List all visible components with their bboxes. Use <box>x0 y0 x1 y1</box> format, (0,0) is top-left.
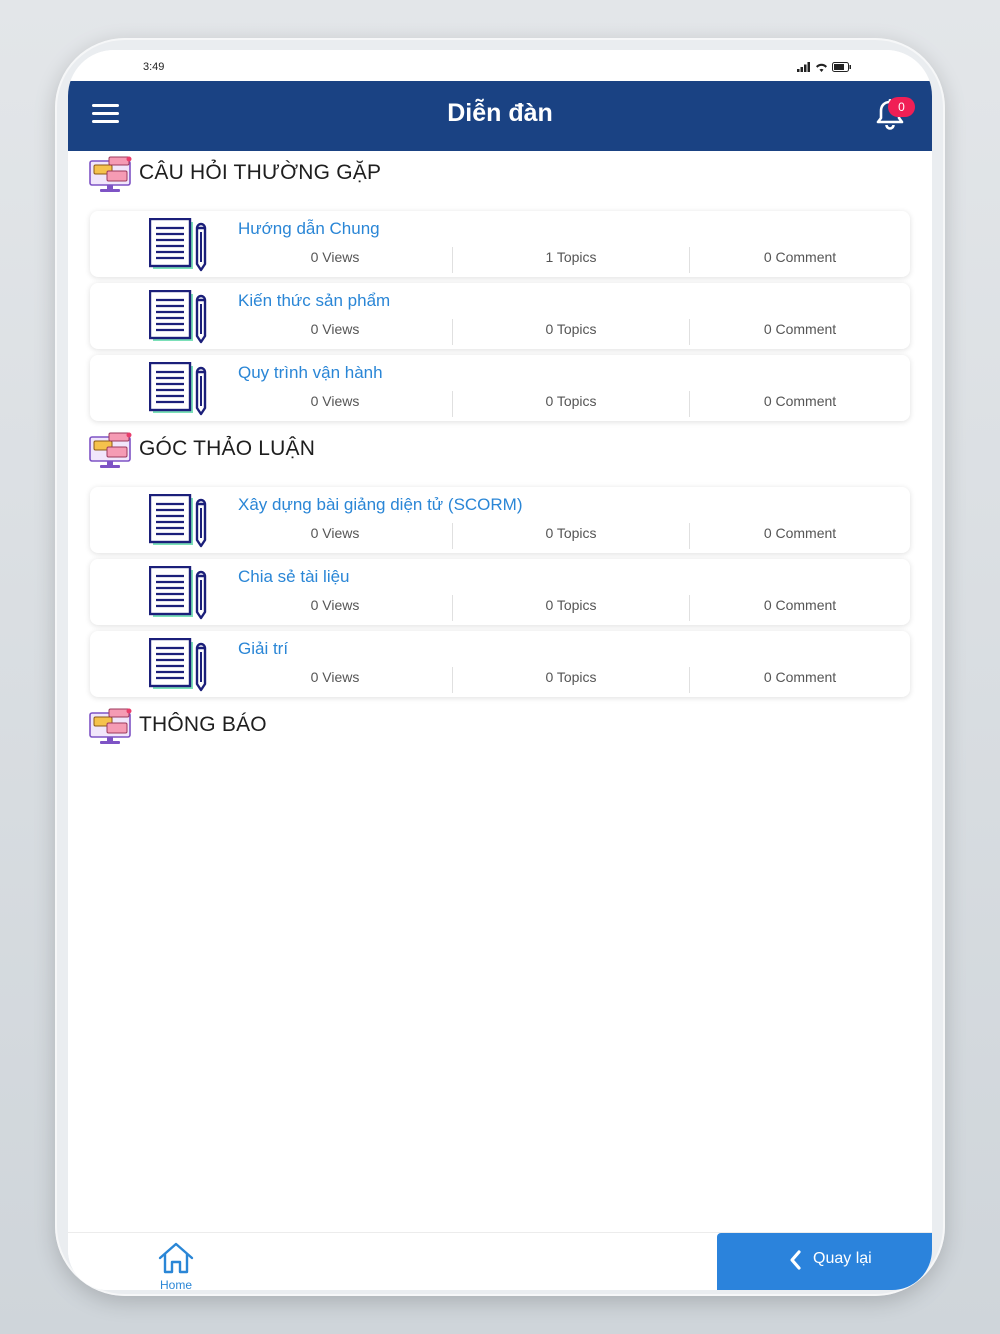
document-pencil-icon <box>149 566 207 620</box>
category-stats: 0 Views 0 Topics 0 Comment <box>218 667 910 693</box>
category-title[interactable]: Xây dựng bài giảng diện tử (SCORM) <box>238 495 523 515</box>
section-title: GÓC THẢO LUẬN <box>139 437 316 460</box>
section-title: CÂU HỎI THƯỜNG GẶP <box>139 161 382 184</box>
comments-count: 0 Comment <box>763 669 837 685</box>
status-bar: 3:49 <box>68 50 932 82</box>
document-pencil-icon <box>149 290 207 344</box>
views-count: 0 Views <box>218 391 453 417</box>
home-label: Home <box>159 1278 192 1290</box>
notification-badge: 0 <box>888 97 915 117</box>
category-stats: 0 Views 0 Topics 0 Comment <box>218 595 910 621</box>
views-count: 0 Views <box>218 319 453 345</box>
comments-count: 0 Comment <box>763 321 837 337</box>
views-count: 0 Views <box>218 523 453 549</box>
section-header: CÂU HỎI THƯỜNG GẶP <box>68 151 932 211</box>
views-count: 0 Views <box>218 247 453 273</box>
bottom-bar: Home Quay lại <box>68 1232 932 1290</box>
back-button[interactable]: Quay lại <box>717 1233 932 1290</box>
category-title[interactable]: Chia sẻ tài liệu <box>238 567 350 587</box>
wifi-icon <box>816 63 827 72</box>
forum-content: CÂU HỎI THƯỜNG GẶP Hướng dẫn Chung 0 Vie… <box>68 151 932 763</box>
comments-count: 0 Comment <box>763 249 837 265</box>
section-header: THÔNG BÁO <box>68 703 932 763</box>
document-pencil-icon <box>149 362 207 416</box>
category-stats: 0 Views 0 Topics 0 Comment <box>218 391 910 417</box>
document-pencil-icon <box>149 218 207 272</box>
comments-count: 0 Comment <box>763 525 837 541</box>
category-stats: 0 Views 0 Topics 0 Comment <box>218 319 910 345</box>
forum-category-card[interactable]: Hướng dẫn Chung 0 Views 1 Topics 0 Comme… <box>90 211 910 277</box>
forum-monitor-icon <box>89 432 132 468</box>
battery-icon <box>832 62 851 72</box>
forum-category-card[interactable]: Giải trí 0 Views 0 Topics 0 Comment <box>90 631 910 697</box>
category-stats: 0 Views 1 Topics 0 Comment <box>218 247 910 273</box>
forum-category-card[interactable]: Kiến thức sản phẩm 0 Views 0 Topics 0 Co… <box>90 283 910 349</box>
category-stats: 0 Views 0 Topics 0 Comment <box>218 523 910 549</box>
views-count: 0 Views <box>218 595 453 621</box>
views-count: 0 Views <box>218 667 453 693</box>
forum-category-card[interactable]: Chia sẻ tài liệu 0 Views 0 Topics 0 Comm… <box>90 559 910 625</box>
forum-category-card[interactable]: Xây dựng bài giảng diện tử (SCORM) 0 Vie… <box>90 487 910 553</box>
signal-icon <box>797 62 810 72</box>
topics-count: 0 Topics <box>453 319 690 345</box>
category-title[interactable]: Giải trí <box>238 639 288 659</box>
topics-count: 1 Topics <box>453 247 690 273</box>
home-button[interactable]: Home <box>153 1241 199 1290</box>
page-title: Diễn đàn <box>447 99 553 127</box>
topics-count: 0 Topics <box>453 523 690 549</box>
topics-count: 0 Topics <box>453 595 690 621</box>
app-screen: 3:49 Diễn đàn 0 CÂU HỎI THƯỜNG GẶP Hướng… <box>68 50 932 1290</box>
topics-count: 0 Topics <box>453 667 690 693</box>
forum-monitor-icon <box>89 156 132 192</box>
section-header: GÓC THẢO LUẬN <box>68 427 932 487</box>
section-title: THÔNG BÁO <box>139 713 267 736</box>
comments-count: 0 Comment <box>763 597 837 613</box>
chevron-left-icon <box>790 1250 801 1270</box>
category-title[interactable]: Hướng dẫn Chung <box>238 219 380 239</box>
forum-monitor-icon <box>89 708 132 744</box>
app-header: Diễn đàn 0 <box>68 81 932 151</box>
category-title[interactable]: Quy trình vận hành <box>238 363 383 383</box>
back-label: Quay lại <box>813 1250 872 1267</box>
forum-category-card[interactable]: Quy trình vận hành 0 Views 0 Topics 0 Co… <box>90 355 910 421</box>
document-pencil-icon <box>149 638 207 692</box>
home-icon <box>158 1242 194 1274</box>
status-icons <box>797 60 852 74</box>
topics-count: 0 Topics <box>453 391 690 417</box>
comments-count: 0 Comment <box>763 393 837 409</box>
category-title[interactable]: Kiến thức sản phẩm <box>238 291 390 311</box>
status-time: 3:49 <box>143 61 165 73</box>
document-pencil-icon <box>149 494 207 548</box>
